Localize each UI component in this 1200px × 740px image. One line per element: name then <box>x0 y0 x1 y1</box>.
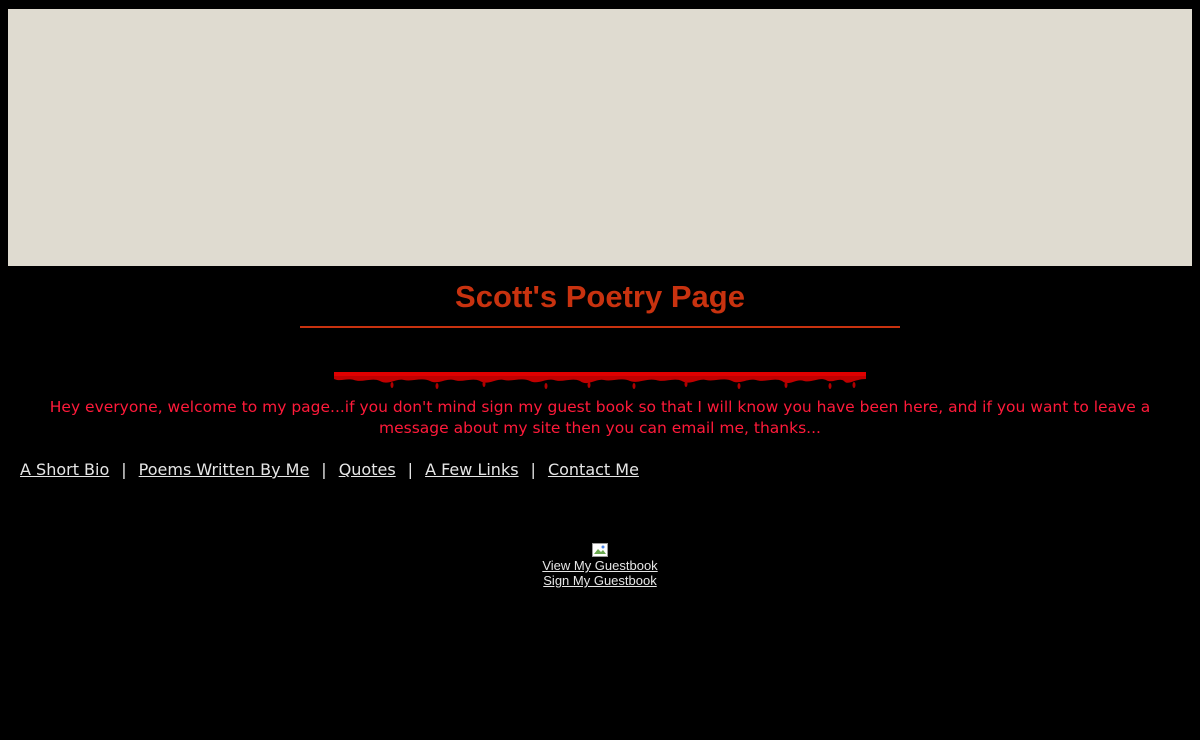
nav-separator: | <box>321 460 327 479</box>
nav-separator: | <box>121 460 127 479</box>
sign-guestbook-link[interactable]: Sign My Guestbook <box>543 573 656 588</box>
view-guestbook-link[interactable]: View My Guestbook <box>542 558 657 573</box>
welcome-message: Hey everyone, welcome to my page...if yo… <box>49 398 1151 437</box>
guestbook-section: View My Guestbook Sign My Guestbook <box>0 543 1200 588</box>
nav-separator: | <box>530 460 536 479</box>
title-divider <box>300 326 900 328</box>
broken-image-icon[interactable] <box>592 543 608 557</box>
header-banner-image <box>8 9 1192 266</box>
nav-link-short-bio[interactable]: A Short Bio <box>20 460 109 479</box>
main-nav: A Short Bio | Poems Written By Me | Quotes | A… <box>20 459 639 481</box>
blood-drip-divider <box>334 372 866 389</box>
page-title: Scott's Poetry Page <box>455 279 745 314</box>
nav-link-contact[interactable]: Contact Me <box>548 460 639 479</box>
nav-link-poems[interactable]: Poems Written By Me <box>139 460 310 479</box>
nav-link-few-links[interactable]: A Few Links <box>425 460 518 479</box>
nav-separator: | <box>407 460 414 479</box>
nav-link-quotes[interactable]: Quotes <box>339 460 396 479</box>
